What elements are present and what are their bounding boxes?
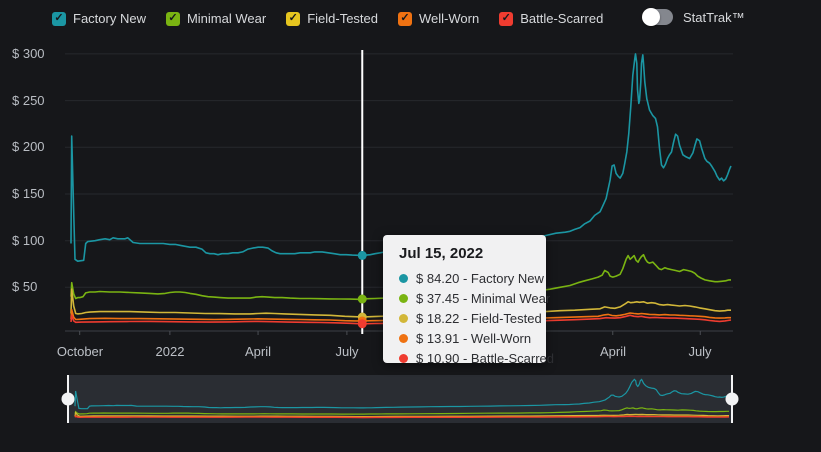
price-line-factory-new (70, 53, 732, 263)
series-dot-icon (399, 273, 408, 283)
series-dot-icon (399, 313, 408, 323)
tooltip-value: $ 84.20 - Factory New (416, 270, 544, 286)
series-dot-icon (399, 353, 408, 363)
x-axis-label: October (57, 344, 104, 359)
y-axis-label: $ 250 (12, 93, 45, 108)
y-axis-label: $ 50 (12, 279, 37, 294)
tooltip-date: Jul 15, 2022 (399, 245, 484, 262)
hover-point-icon (357, 250, 367, 260)
legend-label: Battle-Scarred (520, 11, 604, 26)
x-axis-label: July (688, 344, 712, 359)
range-handle-left-knob[interactable] (61, 392, 75, 406)
legend-item-minimal-wear[interactable]: ✓ Minimal Wear (165, 11, 267, 26)
range-handle-right-knob[interactable] (725, 392, 739, 406)
checkbox-checked-icon: ✓ (398, 11, 412, 26)
tooltip-value: $ 37.45 - Minimal Wear (416, 290, 551, 306)
wear-legend: ✓ Factory New ✓ Minimal Wear ✓ Field-Tes… (52, 11, 603, 26)
legend-item-well-worn[interactable]: ✓ Well-Worn (398, 11, 479, 26)
legend-item-field-tested[interactable]: ✓ Field-Tested (286, 11, 378, 26)
tooltip-row: $ 13.91 - Well-Worn (399, 328, 546, 348)
x-axis-label: 2022 (156, 344, 185, 359)
y-axis-label: $ 100 (12, 233, 45, 248)
tooltip-value: $ 13.91 - Well-Worn (416, 330, 532, 346)
legend-item-factory-new[interactable]: ✓ Factory New (52, 11, 146, 26)
hover-point-icon (357, 294, 367, 304)
tooltip-row: $ 10.90 - Battle-Scarred (399, 348, 554, 368)
price-chart-app: $ 300 $ 250 $ 200 $ 150 $ 100 $ 50 Octob… (0, 0, 821, 452)
checkbox-checked-icon: ✓ (499, 11, 514, 26)
legend-item-battle-scarred[interactable]: ✓ Battle-Scarred (499, 11, 603, 26)
toggle-knob-icon (642, 8, 660, 26)
price-chart[interactable]: $ 300 $ 250 $ 200 $ 150 $ 100 $ 50 Octob… (0, 0, 821, 452)
stattrak-toggle[interactable] (642, 8, 673, 26)
tooltip-value: $ 18.22 - Field-Tested (416, 310, 542, 326)
checkbox-checked-icon: ✓ (286, 11, 301, 26)
hover-point-icon (357, 319, 367, 329)
hover-layer (357, 50, 367, 334)
series-dot-icon (399, 293, 408, 303)
tooltip-row: $ 37.45 - Minimal Wear (399, 288, 550, 308)
y-axis-label: $ 200 (12, 139, 45, 154)
stattrak-label: StatTrak™ (683, 9, 745, 25)
y-axis: $ 300 $ 250 $ 200 $ 150 $ 100 $ 50 (12, 46, 45, 294)
x-axis-label: April (245, 344, 271, 359)
stattrak-control: StatTrak™ (642, 8, 745, 26)
tooltip-value: $ 10.90 - Battle-Scarred (416, 350, 555, 366)
legend-label: Well-Worn (419, 11, 480, 26)
legend-label: Minimal Wear (186, 11, 267, 26)
checkbox-checked-icon: ✓ (52, 11, 66, 26)
series-dot-icon (399, 333, 408, 343)
hover-tooltip: Jul 15, 2022 $ 84.20 - Factory New $ 37.… (383, 235, 554, 366)
tooltip-row: $ 18.22 - Field-Tested (399, 308, 546, 328)
y-axis-label: $ 150 (12, 186, 45, 201)
checkbox-checked-icon: ✓ (165, 11, 180, 26)
x-axis-label: July (335, 344, 359, 359)
tooltip-row: $ 84.20 - Factory New (399, 268, 546, 288)
x-axis-label: April (600, 344, 626, 359)
legend-label: Field-Tested (307, 11, 378, 26)
y-axis-label: $ 300 (12, 46, 45, 61)
legend-label: Factory New (73, 11, 146, 26)
